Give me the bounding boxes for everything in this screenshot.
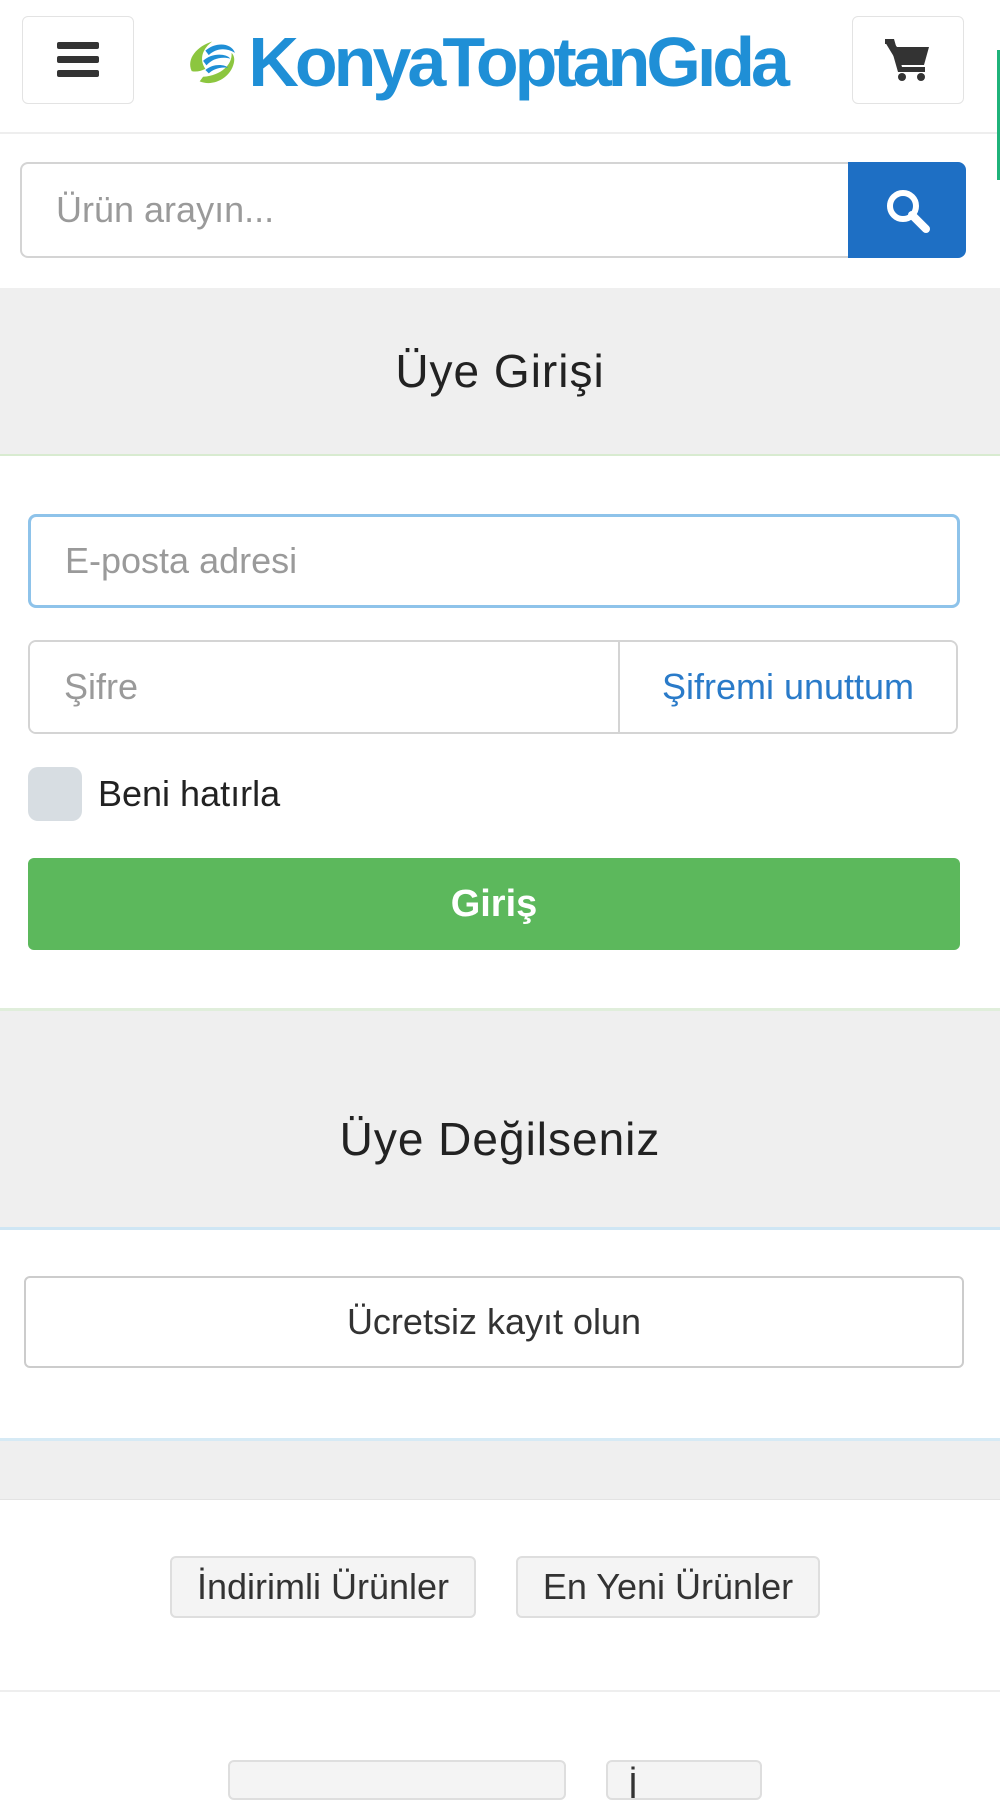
logo-text: KonyaToptanGıda — [248, 27, 790, 97]
search-input[interactable] — [20, 162, 848, 258]
header: KonyaToptanGıda — [0, 0, 1000, 134]
signup-title: Üye Değilseniz — [0, 1008, 1000, 1230]
shopping-cart-icon — [885, 39, 929, 81]
remember-me-label: Beni hatırla — [98, 773, 281, 814]
remember-me[interactable]: Beni hatırla — [28, 766, 280, 822]
search-bar — [20, 162, 966, 258]
footer-link-partial[interactable] — [228, 1760, 566, 1800]
register-button[interactable]: Ücretsiz kayıt olun — [24, 1276, 964, 1368]
forgot-password-link[interactable]: Şifremi unuttum — [620, 642, 956, 732]
search-icon — [887, 190, 930, 233]
password-field[interactable] — [30, 642, 620, 732]
logo-text-part-1: Konya — [248, 23, 446, 101]
remember-me-checkbox[interactable] — [28, 767, 82, 821]
login-title: Üye Girişi — [0, 288, 1000, 456]
newest-products-link[interactable]: En Yeni Ürünler — [516, 1556, 820, 1618]
logo-text-part-2: Toptan — [442, 23, 650, 101]
login-button[interactable]: Giriş — [28, 858, 960, 950]
email-field[interactable] — [28, 514, 960, 608]
divider — [0, 1690, 1000, 1692]
signup-panel-footer — [0, 1438, 1000, 1500]
footer-links: İndirimli Ürünler En Yeni Ürünler — [0, 1556, 1000, 1618]
search-button[interactable] — [848, 162, 966, 258]
footer-link-partial[interactable]: İ — [606, 1760, 762, 1800]
logo-swoosh-icon — [190, 41, 235, 84]
site-logo[interactable]: KonyaToptanGıda — [186, 14, 790, 110]
password-group: Şifremi unuttum — [28, 640, 958, 734]
cart-button[interactable] — [852, 16, 964, 104]
page: KonyaToptanGıda Üye Girişi Şifremi unutt… — [0, 0, 1000, 1800]
logo-text-part-3: Gıda — [646, 23, 790, 101]
hamburger-menu-icon — [57, 42, 99, 77]
menu-button[interactable] — [22, 16, 134, 104]
discounted-products-link[interactable]: İndirimli Ürünler — [170, 1556, 476, 1618]
